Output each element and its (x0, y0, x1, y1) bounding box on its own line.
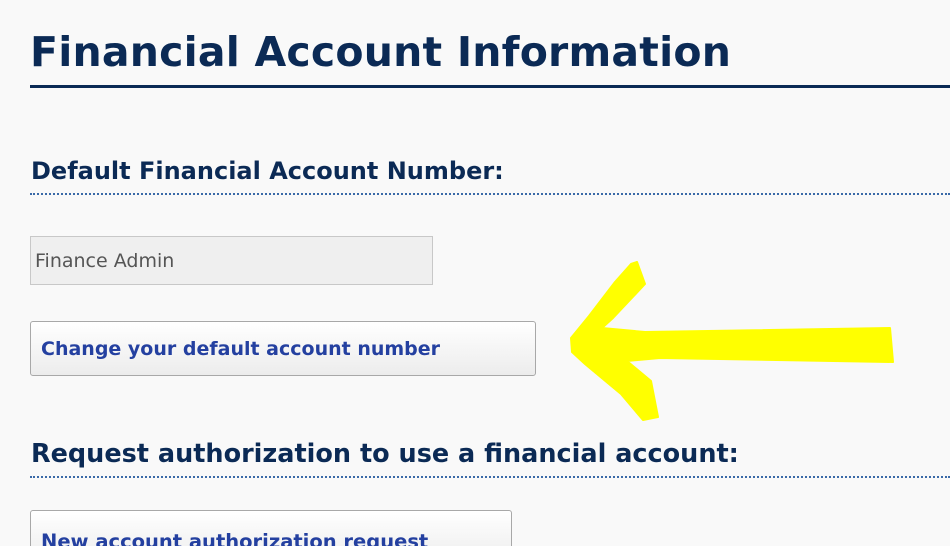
authorization-divider (30, 476, 950, 478)
default-account-heading: Default Financial Account Number: (31, 157, 504, 185)
change-default-account-button[interactable]: Change your default account number (30, 321, 536, 376)
authorization-heading: Request authorization to use a financial… (31, 439, 739, 469)
default-account-divider (30, 193, 950, 195)
page: Financial Account Information Default Fi… (0, 0, 950, 546)
default-account-field[interactable] (30, 236, 433, 285)
title-underline (30, 85, 950, 88)
arrow-left-shape (570, 261, 894, 421)
page-title: Financial Account Information (30, 28, 732, 76)
new-authorization-request-button[interactable]: New account authorization request (30, 510, 512, 546)
arrow-left-icon (570, 261, 894, 421)
